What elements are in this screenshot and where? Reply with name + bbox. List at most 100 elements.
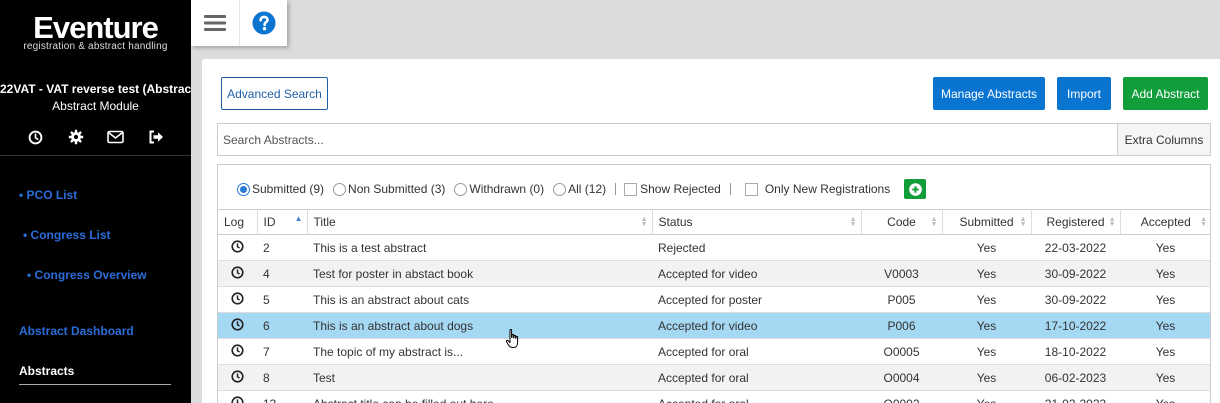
cell-status: Accepted for oral xyxy=(652,364,861,391)
help-icon xyxy=(252,11,275,35)
log-cell[interactable] xyxy=(218,260,257,287)
cell-title[interactable]: Test for poster in abstact book xyxy=(307,260,652,287)
column-header-status-label: Status xyxy=(658,215,693,229)
cell-registered: 22-03-2022 xyxy=(1031,234,1120,261)
filter-submitted[interactable]: Submitted (9) xyxy=(237,182,324,196)
log-cell[interactable] xyxy=(218,390,257,403)
sort-icon: ▲ ▼ xyxy=(1200,216,1207,228)
radio-submitted[interactable] xyxy=(237,182,250,196)
manage-abstracts-button[interactable]: Manage Abstracts xyxy=(933,77,1045,110)
sort-icon: ▲ ▼ xyxy=(640,216,648,228)
clock-icon[interactable] xyxy=(27,128,45,146)
filter-only-new[interactable]: Only New Registrations xyxy=(744,182,890,196)
column-header-status[interactable]: Status ▲ ▼ xyxy=(652,209,862,235)
cell-submitted: Yes xyxy=(942,312,1031,339)
table-row[interactable]: 8 Test Accepted for oral O0004 Yes 06-02… xyxy=(218,364,1210,391)
filter-non-submitted-label: Non Submitted (3) xyxy=(348,182,446,196)
cell-title[interactable]: This is an abstract about cats xyxy=(307,286,652,313)
nav-abstract-dashboard[interactable]: Abstract Dashboard xyxy=(19,324,134,338)
envelope-icon[interactable] xyxy=(107,128,125,146)
cell-accepted: Yes xyxy=(1120,286,1210,313)
cell-title[interactable]: This is a test abstract xyxy=(307,234,652,261)
column-header-code[interactable]: Code ▲ ▼ xyxy=(861,209,943,235)
filter-withdrawn[interactable]: Withdrawn (0) xyxy=(454,182,544,196)
column-header-registered[interactable]: Registered ▲ ▼ xyxy=(1031,209,1121,235)
sort-icon: ▲ ▼ xyxy=(930,216,938,228)
filter-show-rejected-label: Show Rejected xyxy=(640,182,721,196)
sidebar-icon-bar xyxy=(0,128,191,146)
cell-registered: 30-09-2022 xyxy=(1031,286,1120,313)
advanced-search-button[interactable]: Advanced Search xyxy=(221,77,328,110)
table-row[interactable]: 2 This is a test abstract Rejected Yes 2… xyxy=(218,234,1210,261)
cell-code xyxy=(861,234,942,261)
table-row[interactable]: 13 Abstract title can be filled out here… xyxy=(218,390,1210,403)
cell-registered: 30-09-2022 xyxy=(1031,260,1120,287)
cell-title[interactable]: This is an abstract about dogs xyxy=(307,312,652,339)
log-cell[interactable] xyxy=(218,234,257,261)
nav-congress-list[interactable]: • Congress List xyxy=(23,228,111,242)
sign-out-icon[interactable] xyxy=(147,128,165,146)
cell-registered: 06-02-2023 xyxy=(1031,364,1120,391)
log-cell[interactable] xyxy=(218,312,257,339)
filter-all[interactable]: All (12) xyxy=(553,182,606,196)
column-header-accepted[interactable]: Accepted ▲ ▼ xyxy=(1120,209,1210,235)
cell-submitted: Yes xyxy=(942,260,1031,287)
clock-icon[interactable] xyxy=(231,291,244,305)
log-cell[interactable] xyxy=(218,338,257,365)
cell-id: 4 xyxy=(257,260,307,287)
column-header-title[interactable]: Title ▲ ▼ xyxy=(307,209,653,235)
cell-registered: 18-10-2022 xyxy=(1031,338,1120,365)
cell-code: O0004 xyxy=(861,364,942,391)
checkbox-only-new[interactable] xyxy=(744,182,758,196)
filter-all-label: All (12) xyxy=(568,182,607,196)
table-row[interactable]: 4 Test for poster in abstact book Accept… xyxy=(218,260,1210,287)
extra-columns-button[interactable]: Extra Columns xyxy=(1117,123,1211,156)
help-button[interactable] xyxy=(239,0,287,46)
clock-icon[interactable] xyxy=(231,395,244,403)
nav-pco-list[interactable]: • PCO List xyxy=(19,188,77,202)
column-header-id[interactable]: ID ▲ xyxy=(257,209,308,235)
cell-title[interactable]: Abstract title can be filled out here xyxy=(307,390,652,403)
cell-code: P006 xyxy=(861,312,942,339)
clock-icon[interactable] xyxy=(231,239,244,253)
filter-non-submitted[interactable]: Non Submitted (3) xyxy=(333,182,445,196)
column-header-submitted[interactable]: Submitted ▲ ▼ xyxy=(942,209,1032,235)
cell-title[interactable]: Test xyxy=(307,364,652,391)
cell-submitted: Yes xyxy=(942,390,1031,403)
column-header-submitted-label: Submitted xyxy=(959,215,1014,229)
gear-icon[interactable] xyxy=(67,128,85,146)
checkbox-show-rejected[interactable] xyxy=(624,182,638,196)
cell-code: O0002 xyxy=(861,390,942,403)
clock-icon[interactable] xyxy=(231,343,244,357)
column-header-accepted-label: Accepted xyxy=(1140,215,1191,229)
radio-non-submitted[interactable] xyxy=(333,182,347,196)
clock-icon[interactable] xyxy=(231,317,244,331)
sidebar: Eventure registration & abstract handlin… xyxy=(0,0,191,403)
table-row[interactable]: 5 This is an abstract about cats Accepte… xyxy=(218,286,1210,313)
cell-submitted: Yes xyxy=(942,364,1031,391)
nav-congress-overview[interactable]: • Congress Overview xyxy=(27,268,147,282)
column-header-log[interactable]: Log xyxy=(218,209,258,235)
menu-toggle-button[interactable] xyxy=(191,0,239,46)
table-row-selected[interactable]: 6 This is an abstract about dogs Accepte… xyxy=(218,312,1210,339)
add-abstract-button[interactable]: Add Abstract xyxy=(1123,77,1208,110)
clock-icon[interactable] xyxy=(231,369,244,383)
radio-withdrawn[interactable] xyxy=(454,182,468,196)
filter-show-rejected[interactable]: Show Rejected xyxy=(624,182,721,196)
cell-id: 7 xyxy=(257,338,307,365)
log-cell[interactable] xyxy=(218,364,257,391)
search-input[interactable] xyxy=(217,123,1118,156)
clock-icon[interactable] xyxy=(231,265,244,279)
add-filter-button[interactable] xyxy=(904,179,927,199)
import-button[interactable]: Import xyxy=(1057,77,1111,110)
cell-status: Accepted for video xyxy=(652,260,861,287)
nav-abstracts[interactable]: Abstracts xyxy=(19,364,74,378)
brand-logo[interactable]: Eventure registration & abstract handlin… xyxy=(0,12,191,53)
table-row[interactable]: 7 The topic of my abstract is... Accepte… xyxy=(218,338,1210,365)
event-name: 22VAT - VAT reverse test (Abstract... xyxy=(0,82,191,96)
log-cell[interactable] xyxy=(218,286,257,313)
cell-title[interactable]: The topic of my abstract is... xyxy=(307,338,652,365)
filter-separator xyxy=(729,183,731,195)
sort-asc-icon: ▲ xyxy=(294,214,303,223)
radio-all[interactable] xyxy=(553,182,567,196)
